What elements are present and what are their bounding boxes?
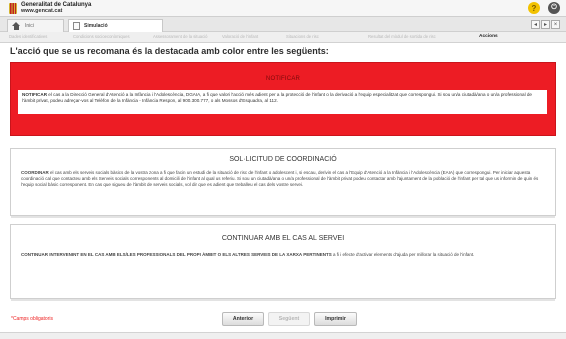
header-icons: ? ⏻ <box>528 2 560 14</box>
option-lead: NOTIFICAR <box>22 92 48 97</box>
step-dades-identificatives[interactable]: Dades identificatives <box>9 34 47 39</box>
org-name: Generalitat de Catalunya www.gencat.cat <box>21 2 91 15</box>
tab-scroll-right-icon[interactable]: ▸ <box>541 20 550 29</box>
option-text: a fi i efecte d'activar elements d'ajuda… <box>331 252 475 257</box>
tab-simulacio[interactable]: Simulació <box>68 19 163 32</box>
footer-bar <box>0 332 566 339</box>
option-title: SOL·LICITUD DE COORDINACIÓ <box>229 156 337 163</box>
option-text: el cas amb els serveis socials bàsics de… <box>21 170 539 187</box>
print-button[interactable]: Imprimir <box>314 312 357 326</box>
option-lead: COORDINAR <box>21 170 49 175</box>
previous-button[interactable]: Anterior <box>222 312 264 326</box>
step-accions[interactable]: Accions <box>479 34 498 39</box>
power-icon[interactable]: ⏻ <box>548 2 560 14</box>
option-description: NOTIFICAR el cas a la Direcció General d… <box>18 90 547 114</box>
option-coordinacio[interactable]: SOL·LICITUD DE COORDINACIÓ COORDINAR el … <box>10 148 556 218</box>
step-condicions[interactable]: Condicions socioeconòmiques <box>73 34 130 39</box>
tab-home-label: Inici <box>25 23 34 29</box>
tab-controls: ◂ ▸ × <box>531 20 560 29</box>
top-header: Generalitat de Catalunya www.gencat.cat … <box>0 0 566 16</box>
option-lead: CONTINUAR INTERVENINT EN EL CAS AMB ELS/… <box>21 252 332 257</box>
option-continuar[interactable]: CONTINUAR AMB EL CAS AL SERVEI CONTINUAR… <box>10 224 556 301</box>
step-resultat[interactable]: Resultat del mòdul de sortida de risc <box>368 34 436 39</box>
org-url[interactable]: www.gencat.cat <box>21 8 91 15</box>
option-title: NOTIFICAR <box>265 76 301 82</box>
tab-scroll-left-icon[interactable]: ◂ <box>531 20 540 29</box>
document-icon <box>73 22 80 30</box>
option-text: el cas a la Direcció General d'Atenció a… <box>22 92 532 103</box>
help-icon[interactable]: ? <box>528 2 540 14</box>
tab-bar: Inici Simulació ◂ ▸ × <box>0 16 566 32</box>
option-description: CONTINUAR INTERVENINT EN EL CAS AMB ELS/… <box>21 252 545 258</box>
option-notificar[interactable]: NOTIFICAR NOTIFICAR el cas a la Direcció… <box>10 62 556 136</box>
next-button[interactable]: Següent <box>268 312 310 326</box>
step-situacions-risc[interactable]: Situacions de risc <box>286 34 319 39</box>
tab-simulacio-label: Simulació <box>84 23 108 29</box>
option-description: COORDINAR el cas amb els serveis socials… <box>21 170 545 188</box>
home-icon <box>12 22 21 30</box>
page-title: L'acció que se us recomana és la destaca… <box>10 46 329 56</box>
required-fields-note: *Camps obligatoris <box>11 316 53 322</box>
generalitat-logo <box>9 2 17 14</box>
tab-close-icon[interactable]: × <box>551 20 560 29</box>
tab-home[interactable]: Inici <box>7 19 64 32</box>
wizard-steps: Dades identificatives Condicions socioec… <box>0 32 566 43</box>
option-title: CONTINUAR AMB EL CAS AL SERVEI <box>221 235 345 242</box>
step-assessorament[interactable]: Assessorament de la situació <box>153 34 207 39</box>
step-valoracio[interactable]: Valoració de l'infant <box>222 34 258 39</box>
